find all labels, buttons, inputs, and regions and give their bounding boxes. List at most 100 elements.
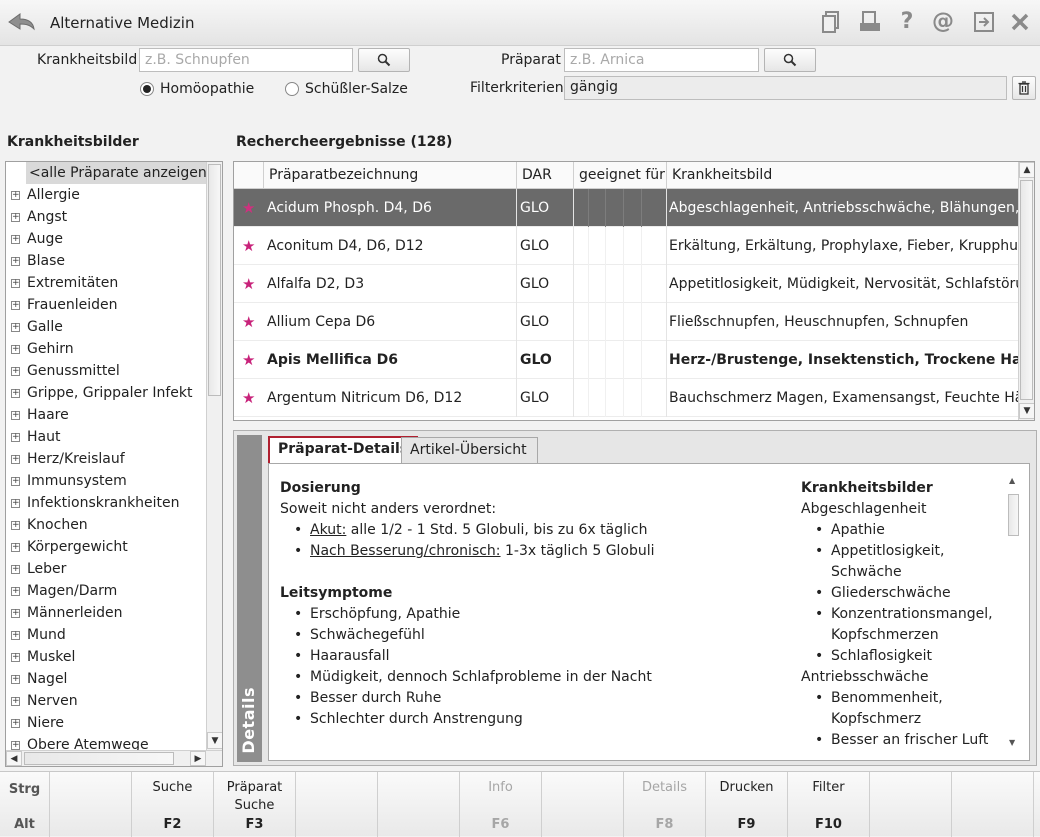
fkey-drucken[interactable]: Drucken F9 — [706, 772, 788, 837]
tree-item-muskel[interactable]: + Muskel — [6, 646, 206, 668]
expand-icon[interactable]: + — [11, 499, 20, 508]
email-icon[interactable]: @ — [931, 10, 955, 34]
expand-icon[interactable]: + — [11, 323, 20, 332]
praeparat-search-input[interactable] — [564, 48, 759, 72]
radio-schuessler[interactable]: Schüßler-Salze — [285, 81, 408, 97]
expand-icon[interactable]: + — [11, 213, 20, 222]
column-header-geeignet[interactable]: geeignet für — [573, 162, 666, 189]
copy-document-icon[interactable] — [820, 10, 844, 34]
expand-icon[interactable]: + — [11, 521, 20, 530]
expand-icon[interactable]: + — [11, 609, 20, 618]
tab-praeparat-details[interactable]: Präparat-Details — [268, 436, 419, 463]
details-vertical-scrollbar[interactable]: ▲ ▼ — [1007, 476, 1021, 750]
details-scroll-down-button[interactable]: ▼ — [1009, 738, 1015, 747]
tree-item-maennerleiden[interactable]: + Männerleiden — [6, 602, 206, 624]
fkey-suche[interactable]: Suche F2 — [132, 772, 214, 837]
grid-scroll-thumb[interactable] — [1020, 180, 1033, 400]
tree-item-grippe-grippaler-infekt[interactable]: + Grippe, Grippaler Infekt — [6, 382, 206, 404]
expand-icon[interactable]: + — [11, 565, 20, 574]
krankheitsbild-search-button[interactable] — [358, 48, 410, 72]
tree-item-gehirn[interactable]: + Gehirn — [6, 338, 206, 360]
expand-icon[interactable]: + — [11, 279, 20, 288]
column-header-krankheitsbild[interactable]: Krankheitsbild — [666, 162, 1020, 189]
tree-item-alle-praeparate[interactable]: <alle Präparate anzeigen> — [6, 162, 222, 184]
results-grid[interactable]: Präparatbezeichnung DAR geeignet für Kra… — [233, 161, 1035, 421]
grid-scroll-up-button[interactable]: ▲ — [1019, 162, 1034, 178]
expand-icon[interactable]: + — [11, 301, 20, 310]
tree-item-nagel[interactable]: + Nagel — [6, 668, 206, 690]
table-row[interactable]: ★ Apis Mellifica D6 GLO Herz-/Brustenge, In… — [234, 341, 1020, 379]
table-row[interactable]: ★ Allium Cepa D6 GLO Fließschnupfen, Heusch… — [234, 303, 1020, 341]
tree-item-immunsystem[interactable]: + Immunsystem — [6, 470, 206, 492]
window-switch-icon[interactable] — [972, 10, 996, 34]
table-row[interactable]: ★ Argentum Nitricum D6, D12 GLO Bauchschmer… — [234, 379, 1020, 417]
radio-button-selected[interactable] — [140, 82, 154, 96]
tree-scroll-thumb[interactable] — [208, 164, 221, 396]
expand-icon[interactable]: + — [11, 367, 20, 376]
expand-icon[interactable]: + — [11, 587, 20, 596]
tree-item-genussmittel[interactable]: + Genussmittel — [6, 360, 206, 382]
tree-scroll-left-button[interactable]: ◀ — [6, 751, 22, 766]
tree-scroll-down-button[interactable]: ▼ — [207, 732, 222, 749]
tree-item-niere[interactable]: + Niere — [6, 712, 206, 734]
print-preview-icon[interactable] — [858, 10, 882, 34]
tree-item-angst[interactable]: + Angst — [6, 206, 206, 228]
tree-item-herz-kreislauf[interactable]: + Herz/Kreislauf — [6, 448, 206, 470]
expand-icon[interactable]: + — [11, 675, 20, 684]
tree-item-leber[interactable]: + Leber — [6, 558, 206, 580]
tree-item-allergie[interactable]: + Allergie — [6, 184, 206, 206]
tree-item-haut[interactable]: + Haut — [6, 426, 206, 448]
column-header-star[interactable] — [234, 162, 263, 189]
details-scroll-up-button[interactable]: ▲ — [1009, 476, 1015, 485]
column-header-name[interactable]: Präparatbezeichnung — [263, 162, 516, 189]
tree-item-knochen[interactable]: + Knochen — [6, 514, 206, 536]
tree-item-koerpergewicht[interactable]: + Körpergewicht — [6, 536, 206, 558]
table-row[interactable]: ★ Aconitum D4, D6, D12 GLO Erkältung, Erkäl… — [234, 227, 1020, 265]
tree-vertical-scrollbar[interactable]: ▼ — [206, 162, 222, 750]
tree-item-extremitaeten[interactable]: + Extremitäten — [6, 272, 206, 294]
back-arrow-icon[interactable] — [6, 9, 36, 35]
clear-filter-button[interactable] — [1012, 76, 1036, 100]
expand-icon[interactable]: + — [11, 191, 20, 200]
grid-vertical-scrollbar[interactable]: ▲ ▼ — [1018, 162, 1034, 420]
tree-hscroll-thumb[interactable] — [24, 752, 174, 765]
expand-icon[interactable]: + — [11, 741, 20, 750]
krankheitsbilder-tree[interactable]: <alle Präparate anzeigen> + Allergie + Angst… — [5, 161, 223, 767]
radio-button[interactable] — [285, 82, 299, 96]
help-icon[interactable]: ? — [895, 10, 919, 34]
filter-field[interactable]: gängig — [564, 76, 1007, 100]
column-header-dar[interactable]: DAR — [516, 162, 573, 189]
expand-icon[interactable]: + — [11, 411, 20, 420]
tree-item-blase[interactable]: + Blase — [6, 250, 206, 272]
expand-icon[interactable]: + — [11, 389, 20, 398]
expand-icon[interactable]: + — [11, 697, 20, 706]
table-row[interactable]: ★ Alfalfa D2, D3 GLO Appetitlosigkeit, Müdi… — [234, 265, 1020, 303]
fkey-filter[interactable]: Filter F10 — [788, 772, 870, 837]
fkey-praeparat-suche[interactable]: Präparat Suche F3 — [214, 772, 296, 837]
expand-icon[interactable]: + — [11, 719, 20, 728]
expand-icon[interactable]: + — [11, 631, 20, 640]
expand-icon[interactable]: + — [11, 257, 20, 266]
expand-icon[interactable]: + — [11, 433, 20, 442]
tree-item-haare[interactable]: + Haare — [6, 404, 206, 426]
tree-horizontal-scrollbar[interactable]: ◀ ▶ — [6, 750, 222, 766]
tab-artikel-uebersicht[interactable]: Artikel-Übersicht — [401, 437, 538, 464]
expand-icon[interactable]: + — [11, 477, 20, 486]
krankheitsbild-search-input[interactable] — [139, 48, 353, 72]
tree-item-frauenleiden[interactable]: + Frauenleiden — [6, 294, 206, 316]
praeparat-search-button[interactable] — [764, 48, 816, 72]
details-scroll-thumb[interactable] — [1008, 494, 1019, 536]
expand-icon[interactable]: + — [11, 455, 20, 464]
tree-item-nerven[interactable]: + Nerven — [6, 690, 206, 712]
radio-homoeopathie[interactable]: Homöopathie — [140, 81, 254, 97]
tree-item-mund[interactable]: + Mund — [6, 624, 206, 646]
tree-item-magen-darm[interactable]: + Magen/Darm — [6, 580, 206, 602]
table-row[interactable]: ★ Acidum Phosph. D4, D6 GLO Abgeschlagenhei… — [234, 189, 1020, 227]
close-icon[interactable] — [1008, 10, 1032, 34]
tree-scroll-right-button[interactable]: ▶ — [190, 751, 206, 766]
expand-icon[interactable]: + — [11, 653, 20, 662]
tree-item-galle[interactable]: + Galle — [6, 316, 206, 338]
tree-item-auge[interactable]: + Auge — [6, 228, 206, 250]
expand-icon[interactable]: + — [11, 543, 20, 552]
expand-icon[interactable]: + — [11, 235, 20, 244]
